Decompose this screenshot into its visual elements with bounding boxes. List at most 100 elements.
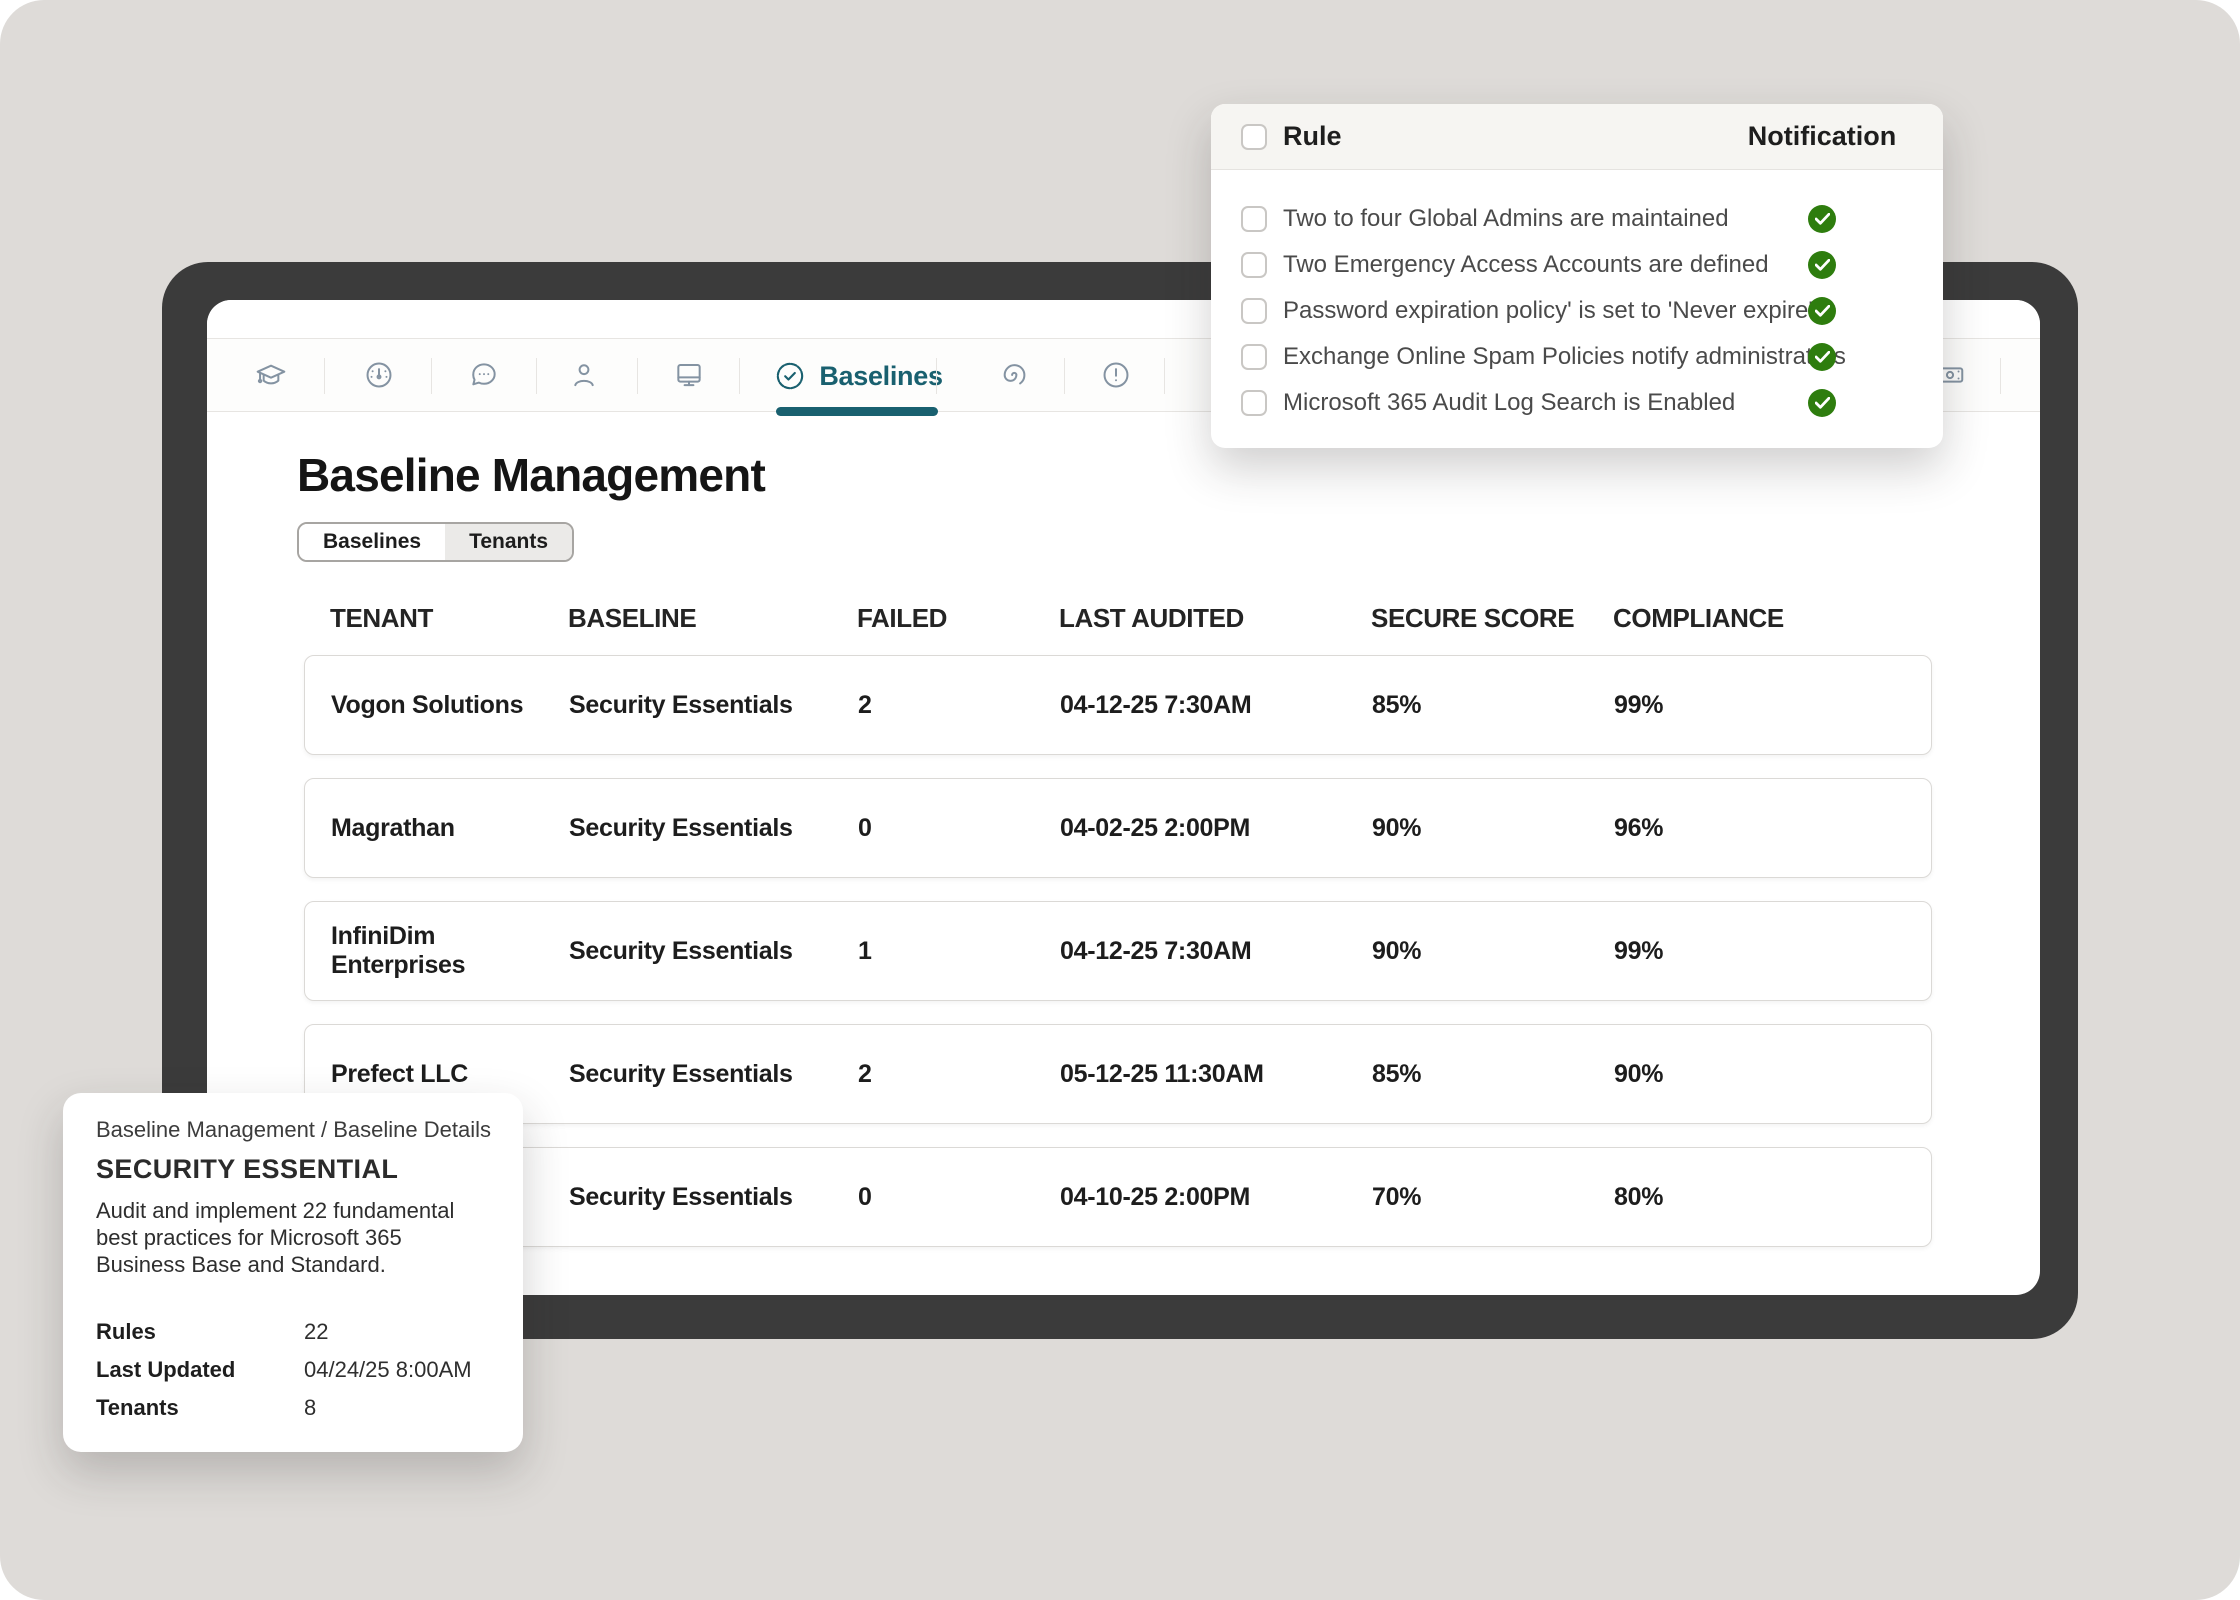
field-row: Tenants 8 [96,1389,490,1427]
breadcrumb[interactable]: Baseline Management / Baseline Details [96,1117,491,1143]
monitor-icon [673,359,705,391]
rule-card-header: Rule Notification [1211,104,1943,170]
baseline-details-title: SECURITY ESSENTIAL [96,1154,398,1185]
col-tenant: TENANT [330,603,568,634]
rule-checkbox[interactable] [1241,390,1267,416]
cell-compliance: 99% [1614,937,1931,966]
table-row[interactable]: Prefect LLC Security Essentials 2 05-12-… [304,1024,1932,1124]
rule-label: Two Emergency Access Accounts are define… [1283,251,1769,279]
notification-enabled-badge[interactable] [1808,205,1836,233]
cell-last-audited: 04-12-25 7:30AM [1060,937,1372,966]
cell-baseline: Security Essentials [569,814,858,843]
view-toggle: Baselines Tenants [297,522,574,562]
baseline-details-card: Baseline Management / Baseline Details S… [63,1093,523,1452]
field-label: Rules [96,1319,304,1345]
select-all-checkbox[interactable] [1241,124,1267,150]
cell-compliance: 80% [1614,1183,1931,1212]
tab-baselines-label: Baselines [819,361,942,392]
cell-compliance: 90% [1614,1060,1931,1089]
cell-secure-score: 70% [1372,1183,1614,1212]
field-row: Last Updated 04/24/25 8:00AM [96,1351,490,1389]
table-row[interactable]: Magrathan Security Essentials 0 04-02-25… [304,778,1932,878]
cell-secure-score: 90% [1372,937,1614,966]
cell-tenant: Magrathan [331,814,569,843]
cell-baseline: Security Essentials [569,937,858,966]
cell-failed: 0 [858,814,1060,843]
nav-item-devices[interactable] [667,353,711,397]
rule-row: Exchange Online Spam Policies notify adm… [1211,334,1943,380]
cell-baseline: Security Essentials [569,1060,858,1089]
notification-column-label: Notification [1727,121,1917,152]
notification-enabled-badge[interactable] [1808,343,1836,371]
notification-cell [1727,205,1917,233]
rule-column-label: Rule [1283,121,1342,152]
cell-compliance: 96% [1614,814,1931,843]
notification-cell [1727,251,1917,279]
cell-failed: 2 [858,1060,1060,1089]
cell-secure-score: 85% [1372,691,1614,720]
notification-enabled-badge[interactable] [1808,251,1836,279]
nav-item-alerts[interactable] [1094,353,1138,397]
cell-last-audited: 04-02-25 2:00PM [1060,814,1372,843]
cell-failed: 2 [858,691,1060,720]
field-row: Rules 22 [96,1313,490,1351]
rule-label: Two to four Global Admins are maintained [1283,205,1729,233]
chat-bubble-icon [468,359,500,391]
cell-baseline: Security Essentials [569,691,858,720]
user-icon [568,359,600,391]
field-label: Tenants [96,1395,304,1421]
cell-tenant: Vogon Solutions [331,691,569,720]
table-row[interactable]: Security Essentials 0 04-10-25 2:00PM 70… [304,1147,1932,1247]
rule-label: Microsoft 365 Audit Log Search is Enable… [1283,389,1735,417]
nav-separator [536,358,537,394]
field-value: 8 [304,1395,316,1421]
nav-separator [324,358,325,394]
nav-separator [2000,358,2001,394]
notification-enabled-badge[interactable] [1808,297,1836,325]
check-icon [1815,305,1830,317]
target-spiral-icon [998,359,1030,391]
rule-row: Two to four Global Admins are maintained [1211,196,1943,242]
cell-secure-score: 85% [1372,1060,1614,1089]
cell-compliance: 99% [1614,691,1931,720]
nav-item-dashboard[interactable] [357,353,401,397]
cell-last-audited: 04-12-25 7:30AM [1060,691,1372,720]
view-toggle-tenants[interactable]: Tenants [445,524,572,560]
active-tab-underline [776,407,938,416]
nav-item-academy[interactable] [249,353,293,397]
notification-enabled-badge[interactable] [1808,389,1836,417]
page-title: Baseline Management [297,448,765,502]
nav-separator [739,358,740,394]
nav-item-goals[interactable] [992,353,1036,397]
rule-checkbox[interactable] [1241,344,1267,370]
field-label: Last Updated [96,1357,304,1383]
rule-row: Microsoft 365 Audit Log Search is Enable… [1211,380,1943,426]
field-value: 04/24/25 8:00AM [304,1357,472,1383]
badge-check-icon [773,359,807,393]
baseline-fields: Rules 22 Last Updated 04/24/25 8:00AM Te… [96,1313,490,1427]
field-value: 22 [304,1319,328,1345]
rule-checkbox[interactable] [1241,206,1267,232]
rule-checkbox[interactable] [1241,298,1267,324]
col-last-audited: LAST AUDITED [1059,603,1371,634]
rule-notification-card: Rule Notification Two to four Global Adm… [1211,104,1943,448]
cell-tenant: InfiniDim Enterprises [331,922,569,980]
baseline-description: Audit and implement 22 fundamental best … [96,1197,494,1278]
nav-separator [637,358,638,394]
nav-item-messages[interactable] [462,353,506,397]
view-toggle-baselines[interactable]: Baselines [299,524,445,560]
graduation-cap-icon [255,359,287,391]
nav-item-users[interactable] [562,353,606,397]
notification-cell [1727,343,1917,371]
table-row[interactable]: Vogon Solutions Security Essentials 2 04… [304,655,1932,755]
tab-baselines[interactable]: Baselines [773,339,943,413]
table-row[interactable]: InfiniDim Enterprises Security Essential… [304,901,1932,1001]
cell-tenant: Prefect LLC [331,1060,569,1089]
check-icon [1815,259,1830,271]
check-icon [1815,397,1830,409]
cell-last-audited: 05-12-25 11:30AM [1060,1060,1372,1089]
table-header: TENANT BASELINE FAILED LAST AUDITED SECU… [304,600,1932,636]
col-compliance: COMPLIANCE [1613,603,1932,634]
cell-baseline: Security Essentials [569,1183,858,1212]
rule-checkbox[interactable] [1241,252,1267,278]
